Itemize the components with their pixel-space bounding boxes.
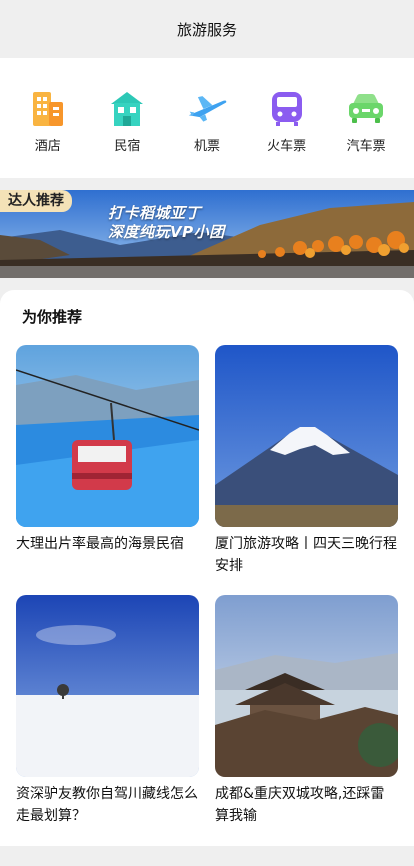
nav-item-train[interactable]: 火车票 [252,88,322,154]
recommend-item[interactable]: 大理出片率最高的海景民宿 [16,345,199,555]
nav-item-bus[interactable]: 汽车票 [331,88,401,154]
banner-tag: 达人推荐 [0,190,72,212]
nav-label: 火车票 [267,139,307,154]
hotel-icon [28,88,68,128]
homestay-icon [107,88,147,128]
airplane-icon [187,88,227,128]
page-title: 旅游服务 [176,20,237,39]
recommend-section: 为你推荐 大理出片率最高的海景民宿 厦门旅游攻略丨四天三晚行程安排 资深驴友教你… [0,290,414,846]
car-icon [346,88,386,128]
recommend-item[interactable]: 厦门旅游攻略丨四天三晚行程安排 [215,345,398,577]
section-title: 为你推荐 [22,308,83,326]
nav-item-hotel[interactable]: 酒店 [13,88,83,154]
nav-item-flight[interactable]: 机票 [172,88,242,154]
train-icon [267,88,307,128]
nav-label: 民宿 [114,139,141,154]
item-caption: 成都&重庆双城攻略,还踩雷算我输 [215,786,385,824]
banner-headline: 打卡稻城亚丁 深度纯玩VP小团 [108,204,225,242]
item-thumbnail [215,595,398,777]
nav-label: 酒店 [34,139,61,154]
banner-line-1: 打卡稻城亚丁 [108,204,202,222]
item-thumbnail [16,595,199,777]
item-caption: 厦门旅游攻略丨四天三晚行程安排 [215,536,397,574]
recommend-item[interactable]: 成都&重庆双城攻略,还踩雷算我输 [215,595,398,827]
nav-label: 机票 [193,139,220,154]
item-thumbnail [215,345,398,527]
bottom-bar [0,846,414,866]
item-caption: 资深驴友教你自驾川藏线怎么走最划算？ [16,786,198,824]
promo-banner[interactable]: 达人推荐 打卡稻城亚丁 深度纯玩VP小团 [0,190,414,278]
item-caption: 大理出片率最高的海景民宿 [16,536,184,552]
nav-item-homestay[interactable]: 民宿 [92,88,162,154]
nav-label: 汽车票 [346,139,386,154]
page-header: 旅游服务 [0,0,414,58]
banner-line-2: 深度纯玩VP小团 [108,223,225,241]
recommend-item[interactable]: 资深驴友教你自驾川藏线怎么走最划算？ [16,595,199,827]
service-nav: 酒店 民宿 机票 火车票 汽车票 [0,58,414,178]
item-thumbnail [16,345,199,527]
